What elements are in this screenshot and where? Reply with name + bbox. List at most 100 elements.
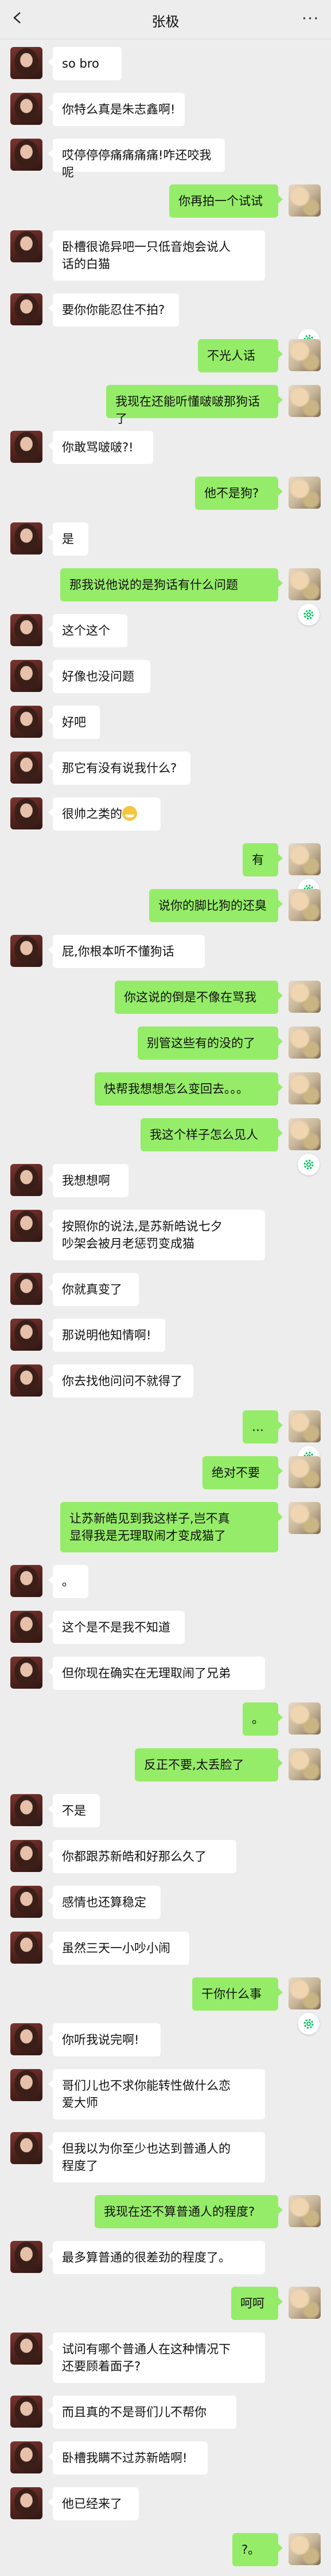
contact-avatar[interactable] [10,1932,42,1964]
contact-avatar[interactable] [10,614,42,646]
self-avatar[interactable] [289,2533,321,2565]
message-list[interactable]: so bro 你特么真是朱志鑫啊! 哎停停停痛痛痛痛!咋还咬我呢你再拍一个试试卧槽很… [0,39,331,2576]
received-message-bubble[interactable]: 你就真变了 [48,1273,139,1306]
sent-message-bubble[interactable]: 。 [243,1702,283,1736]
self-avatar[interactable] [289,2195,321,2227]
contact-avatar[interactable] [10,1657,42,1689]
sent-message-bubble[interactable]: 我现在还不算普通人的程度? [95,2195,283,2228]
contact-avatar[interactable] [10,2023,42,2055]
self-avatar[interactable] [289,981,321,1013]
received-message-bubble[interactable]: 要你你能忍住不拍? [48,293,179,327]
received-message-bubble[interactable]: 最多算普通的很差劲的程度了。 [48,2241,265,2274]
self-avatar[interactable] [289,1072,321,1104]
contact-avatar[interactable] [10,139,42,171]
received-message-bubble[interactable]: 而且真的不是哥们儿不帮你 [48,2396,236,2429]
contact-avatar[interactable] [10,2069,42,2101]
self-avatar[interactable] [289,1118,321,1150]
received-message-bubble[interactable]: 虽然三天一小吵小闹 [48,1932,189,1965]
received-message-bubble[interactable]: 是 [48,522,88,556]
received-message-bubble[interactable]: 试问有哪个普通人在这种情况下 还要顾着面子? [48,2333,265,2383]
contact-avatar[interactable] [10,1364,42,1397]
self-avatar[interactable] [289,385,321,417]
contact-avatar[interactable] [10,431,42,463]
contact-avatar[interactable] [10,1319,42,1351]
received-message-bubble[interactable]: 他已经来了 [48,2487,139,2520]
contact-avatar[interactable] [10,2396,42,2428]
contact-avatar[interactable] [10,2241,42,2273]
self-avatar[interactable] [289,477,321,509]
received-message-bubble[interactable]: 这个这个 [48,614,127,647]
self-avatar[interactable] [289,1410,321,1442]
sent-message-bubble[interactable]: 绝对不要 [203,1456,283,1489]
received-message-bubble[interactable]: 你去找他问问不就得了 [48,1364,193,1398]
sent-message-bubble[interactable]: 他不是狗? [195,477,283,510]
received-message-bubble[interactable]: 。 [48,1565,88,1598]
sent-message-bubble[interactable]: 那我说他说的是狗话有什么问题 [60,568,283,601]
contact-avatar[interactable] [10,522,42,554]
contact-avatar[interactable] [10,2441,42,2473]
self-avatar[interactable] [289,1502,321,1534]
contact-avatar[interactable] [10,1611,42,1643]
received-message-bubble[interactable]: 你敢骂啵啵?! [48,431,153,464]
sent-message-bubble[interactable]: 干你什么事 [192,1977,283,2011]
contact-avatar[interactable] [10,2487,42,2519]
contact-avatar[interactable] [10,1794,42,1826]
contact-avatar[interactable] [10,660,42,692]
sent-message-bubble[interactable]: 我这个样子怎么见人 [141,1118,283,1151]
contact-avatar[interactable] [10,2333,42,2365]
self-avatar[interactable] [289,1456,321,1488]
self-avatar[interactable] [289,1702,321,1735]
contact-avatar[interactable] [10,797,42,829]
received-message-bubble[interactable]: 这个是不是我不知道 [48,1611,185,1644]
received-message-bubble[interactable]: 但你现在确实在无理取闹了兄弟 [48,1657,265,1690]
contact-avatar[interactable] [10,752,42,784]
received-message-bubble[interactable]: 哎停停停痛痛痛痛!咋还咬我呢 [48,139,225,179]
self-avatar[interactable] [289,1027,321,1059]
received-message-bubble[interactable]: 卧槽很诡异吧一只低音炮会说人 话的白猫 [48,230,265,281]
self-avatar[interactable] [289,1748,321,1780]
contact-avatar[interactable] [10,935,42,967]
sent-message-bubble[interactable]: 让苏新皓见到我这样子,岂不真 显得我是无理取闹才变成猫了 [60,1502,283,1552]
sent-message-bubble[interactable]: 不光人话 [198,339,283,372]
received-message-bubble[interactable]: 不是 [48,1794,100,1827]
sent-message-bubble[interactable]: 别管这些有的没的了 [138,1027,283,1060]
received-message-bubble[interactable]: 卧槽我瞒不过苏新皓啊! [48,2441,208,2475]
sent-message-bubble[interactable]: 说你的脚比狗的还臭 [149,889,283,922]
received-message-bubble[interactable]: 哥们儿也不求你能转性做什么恋 爱大师 [48,2069,265,2119]
contact-avatar[interactable] [10,93,42,125]
self-avatar[interactable] [289,1977,321,2009]
contact-avatar[interactable] [10,2132,42,2164]
self-avatar[interactable] [289,339,321,371]
contact-avatar[interactable] [10,1840,42,1872]
received-message-bubble[interactable]: 那它有没有说我什么? [48,752,190,785]
received-message-bubble[interactable]: 我想想啊 [48,1164,128,1197]
contact-avatar[interactable] [10,293,42,325]
sent-message-bubble[interactable]: 呵呵 [231,2287,283,2320]
sent-message-bubble[interactable]: 你再拍一个试试 [169,184,283,218]
self-avatar[interactable] [289,568,321,600]
received-message-bubble[interactable]: 那说明他知情啊! [48,1319,165,1352]
received-message-bubble[interactable]: 感情也还算稳定 [48,1886,161,1919]
sent-message-bubble[interactable]: 你这说的倒是不像在骂我 [115,981,283,1014]
received-message-bubble[interactable]: 好吧 [48,706,100,739]
sent-message-bubble[interactable]: 反正不要,太丢脸了 [135,1748,283,1781]
self-avatar[interactable] [289,2287,321,2319]
received-message-bubble[interactable]: 但我以为你至少也达到普通人的 程度了 [48,2132,265,2182]
sent-message-bubble[interactable]: 快帮我想想怎么变回去。。。 [95,1072,283,1106]
contact-avatar[interactable] [10,1273,42,1305]
received-message-bubble[interactable]: 很帅之类的 [48,797,161,831]
sent-message-bubble[interactable]: 我现在还能听懂啵啵那狗话了 [106,385,283,426]
contact-avatar[interactable] [10,1565,42,1597]
received-message-bubble[interactable]: 你都跟苏新皓和好那么久了 [48,1840,236,1873]
self-avatar[interactable] [289,889,321,921]
received-message-bubble[interactable]: 好像也没问题 [48,660,150,693]
contact-avatar[interactable] [10,1886,42,1918]
contact-avatar[interactable] [10,1210,42,1242]
received-message-bubble[interactable]: so bro [48,47,122,80]
contact-avatar[interactable] [10,706,42,738]
contact-avatar[interactable] [10,1164,42,1196]
received-message-bubble[interactable]: 你特么真是朱志鑫啊! [48,93,185,126]
sent-message-bubble[interactable]: 有 [243,843,283,876]
received-message-bubble[interactable]: 你听我说完啊! [48,2023,161,2056]
sent-message-bubble[interactable]: ?。 [232,2533,283,2566]
